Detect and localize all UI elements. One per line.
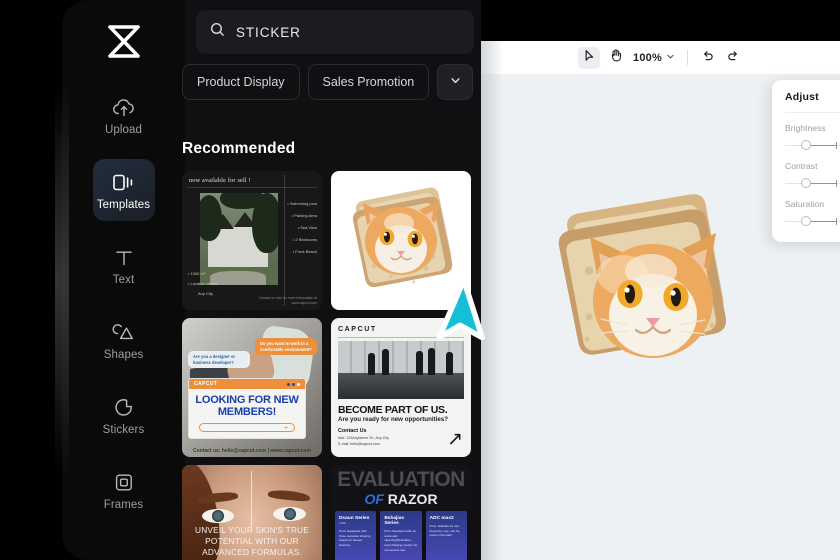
redo-icon	[727, 49, 740, 67]
template-headline: UNVEIL YOUR SKIN'S TRUE POTENTIAL WITH O…	[195, 525, 309, 558]
chevron-down-icon	[449, 74, 462, 90]
section-title-recommended: Recommended	[182, 140, 296, 157]
slider-label: Saturation	[785, 199, 825, 209]
sticker-icon	[113, 395, 135, 421]
template-card-recruitment[interactable]: CAPCUT BECOME PART OF US. Are you ready …	[331, 318, 471, 457]
saturation-slider[interactable]	[785, 216, 840, 226]
adjust-row-brightness: Brightness	[785, 123, 840, 150]
sidebar-item-upload[interactable]: Upload	[93, 84, 155, 146]
template-cta-arrow-icon	[199, 423, 295, 432]
brightness-slider[interactable]	[785, 140, 840, 150]
hand-tool-button[interactable]	[604, 47, 626, 69]
template-contact-line1: Add. 123Anywhere St., Any City	[338, 436, 389, 440]
template-headline-1: EVALUATION	[337, 468, 465, 491]
sidebar-item-text[interactable]: Text	[93, 234, 155, 296]
redo-button[interactable]	[723, 47, 745, 69]
template-headline-2-italic: OF	[364, 491, 384, 507]
contrast-slider[interactable]	[785, 178, 840, 188]
template-grid: now available for sell ! • Swimming pool…	[182, 171, 474, 560]
adjust-panel-title: Adjust	[785, 91, 819, 103]
template-headline-2: RAZOR	[387, 491, 438, 507]
frames-icon	[113, 470, 135, 496]
sidebar-item-label: Templates	[96, 198, 151, 211]
filter-expand-button[interactable]	[437, 64, 474, 100]
cloud-upload-icon	[112, 95, 136, 121]
product-title: Bshajias Series	[384, 516, 405, 526]
template-bubble-left: Are you a designer or business developer…	[188, 351, 250, 369]
app-root: Upload Templates Text Shapes Stickers Fr…	[0, 0, 840, 560]
template-headline: now available for sell !	[189, 177, 251, 184]
slider-knob[interactable]	[801, 216, 811, 226]
template-headline: LOOKING FOR NEW MEMBERS!	[195, 394, 299, 419]
search-value: STICKER	[236, 24, 301, 40]
slider-label: Contrast	[785, 161, 818, 171]
sidebar-item-shapes[interactable]: Shapes	[93, 309, 155, 371]
template-headline: BECOME PART OF US.	[338, 404, 448, 416]
select-tool-button[interactable]	[578, 46, 600, 69]
adjust-row-saturation: Saturation	[785, 199, 840, 226]
sidebar-item-templates[interactable]: Templates	[92, 159, 155, 221]
chevron-down-icon	[666, 52, 675, 64]
cat-bread-thumbnail	[352, 187, 453, 288]
template-contact-line2: E-mail: hello@capcut.com	[338, 441, 380, 446]
product-desc: Pros: Suitable for wet beard dry use, ca…	[429, 524, 460, 538]
search-icon	[210, 22, 225, 42]
canvas-toolbar: 100%	[477, 41, 840, 74]
filter-chip-sales-promotion[interactable]: Sales Promotion	[307, 64, 430, 100]
slider-label: Brightness	[785, 123, 826, 133]
sidebar-item-label: Upload	[104, 123, 143, 136]
filter-chip-row: Product Display Sales Promotion	[182, 64, 474, 100]
slider-knob[interactable]	[801, 178, 811, 188]
template-subhead: Are you ready for new opportunities?	[338, 416, 449, 423]
product-desc: Pros: Equipped with three separate shavi…	[339, 529, 371, 547]
undo-icon	[701, 49, 714, 67]
template-bubble-right: Do you want to work in a comfortable env…	[255, 338, 317, 356]
divider	[785, 112, 840, 113]
adjust-panel: Adjust Brightness Contrast Saturation	[772, 80, 840, 242]
zoom-level-dropdown[interactable]: 100%	[633, 52, 675, 64]
text-icon	[113, 245, 135, 271]
left-sidebar: Upload Templates Text Shapes Stickers Fr…	[62, 0, 185, 560]
cat-face-on-bread-image	[558, 194, 726, 358]
slider-tick	[836, 217, 838, 225]
template-card-real-estate[interactable]: now available for sell ! • Swimming pool…	[182, 171, 322, 310]
templates-icon	[111, 170, 136, 196]
slider-fill	[807, 182, 837, 184]
hand-pan-icon	[609, 48, 622, 67]
template-footer: Contact us: hello@capcut.com | www.capcu…	[192, 448, 312, 454]
template-card-skincare[interactable]: UNVEIL YOUR SKIN'S TRUE POTENTIAL WITH O…	[182, 465, 322, 560]
product-desc: Pros: Equipped with an automatic cleanin…	[384, 529, 418, 552]
slider-tick	[836, 179, 838, 187]
cursor-select-icon	[583, 49, 596, 67]
canvas-artwork[interactable]	[540, 193, 770, 408]
zoom-level-value: 100%	[633, 51, 662, 64]
shapes-icon	[112, 320, 136, 346]
slider-tick	[836, 141, 838, 149]
slider-knob[interactable]	[801, 140, 811, 150]
adjust-row-contrast: Contrast	[785, 161, 840, 188]
template-contact-title: Contact Us	[338, 428, 367, 434]
template-card-razor-evaluation[interactable]: EVALUATION OF RAZOR Dcaun Series c709 Pr…	[331, 465, 471, 560]
template-brand: CAPCUT	[194, 381, 218, 388]
product-badge: c709	[339, 521, 346, 525]
filter-chip-product-display[interactable]: Product Display	[182, 64, 300, 100]
capcut-logo-icon[interactable]	[101, 20, 147, 64]
slider-fill	[807, 144, 837, 146]
undo-button[interactable]	[697, 47, 719, 69]
sidebar-item-label: Text	[112, 273, 135, 286]
toolbar-divider	[686, 50, 688, 65]
template-card-hiring[interactable]: Are you a designer or business developer…	[182, 318, 322, 457]
sidebar-item-label: Shapes	[103, 348, 144, 361]
slider-fill	[807, 220, 837, 222]
product-title: ADC max2	[429, 516, 454, 521]
search-input[interactable]: STICKER	[196, 10, 474, 54]
sidebar-item-label: Frames	[103, 498, 144, 511]
template-brand: CAPCUT	[338, 326, 377, 333]
sidebar-item-frames[interactable]: Frames	[93, 459, 155, 521]
sidebar-item-stickers[interactable]: Stickers	[93, 384, 155, 446]
window-dots-icon	[287, 382, 300, 386]
sidebar-item-label: Stickers	[102, 423, 145, 436]
template-card-cat-bread[interactable]	[331, 171, 471, 310]
arrow-up-right-icon: ↗	[447, 429, 463, 450]
